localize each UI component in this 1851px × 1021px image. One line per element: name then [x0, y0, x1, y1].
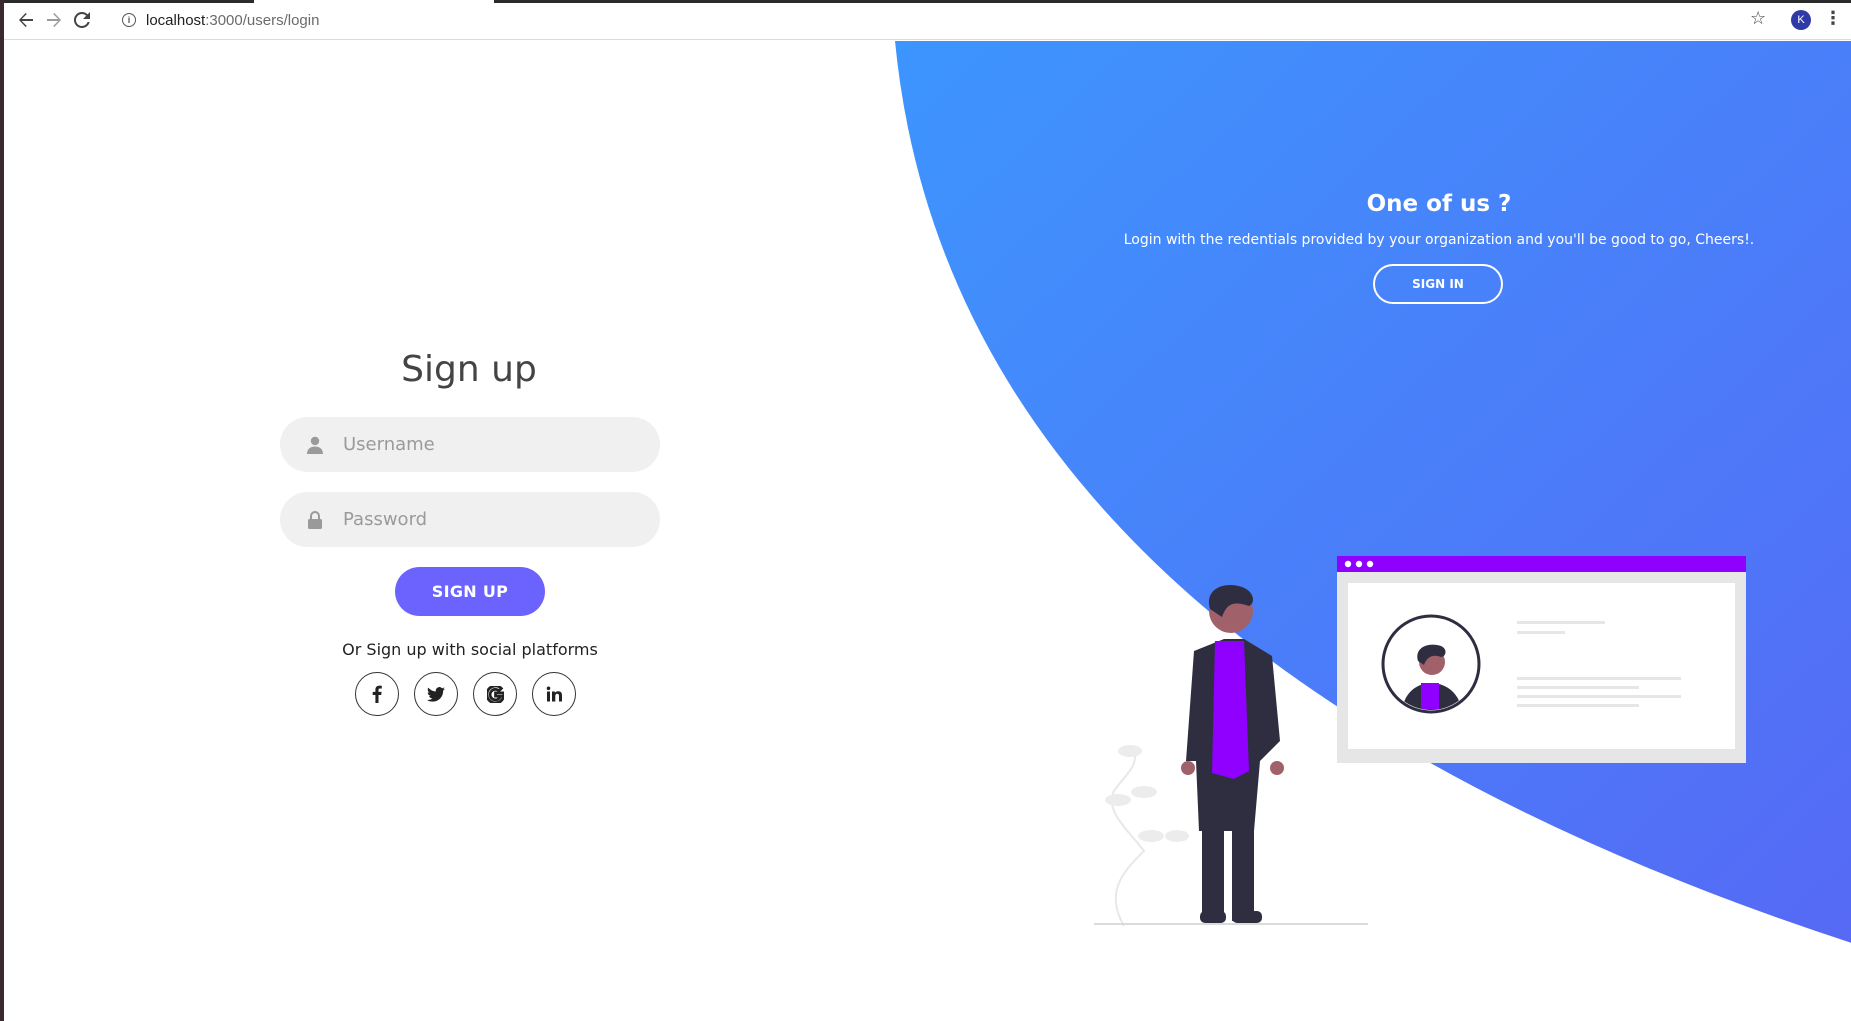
signup-title: Sign up — [401, 349, 537, 390]
url-host: localhost — [146, 11, 206, 29]
linkedin-icon — [546, 686, 562, 702]
profile-avatar[interactable]: K — [1791, 10, 1811, 30]
reload-icon[interactable] — [70, 8, 94, 32]
forward-arrow-icon[interactable] — [42, 8, 66, 32]
social-signup-text: Or Sign up with social platforms — [342, 640, 598, 659]
plant-illustration — [1105, 745, 1189, 927]
url-path: :3000/users/login — [205, 11, 320, 29]
password-input[interactable] — [341, 508, 625, 531]
tab-strip — [494, 0, 1851, 3]
panel-description: Login with the redentials provided by yo… — [1123, 232, 1755, 248]
facebook-icon — [372, 685, 382, 703]
bookmark-star-icon[interactable]: ☆ — [1750, 8, 1766, 29]
social-buttons — [355, 672, 576, 716]
twitter-icon — [427, 686, 445, 702]
twitter-button[interactable] — [414, 672, 458, 716]
username-input[interactable] — [341, 433, 625, 456]
user-icon — [305, 435, 325, 455]
username-field[interactable] — [280, 417, 660, 472]
person-illustration — [1181, 585, 1284, 923]
lock-icon — [305, 510, 325, 530]
browser-menu-icon[interactable]: ⋮ — [1824, 8, 1842, 29]
panel-title: One of us ? — [1366, 191, 1512, 217]
linkedin-button[interactable] — [532, 672, 576, 716]
address-bar[interactable]: i localhost:3000/users/login — [122, 7, 1742, 33]
page-content: Sign up SIGN UP Or Sign up with social p… — [4, 41, 1851, 1021]
back-arrow-icon[interactable] — [14, 8, 38, 32]
password-field[interactable] — [280, 492, 660, 547]
google-button[interactable] — [473, 672, 517, 716]
browser-toolbar: i localhost:3000/users/login ☆ K ⋮ — [4, 0, 1851, 40]
facebook-button[interactable] — [355, 672, 399, 716]
signup-button[interactable]: SIGN UP — [395, 567, 545, 616]
site-info-icon[interactable]: i — [122, 13, 136, 27]
active-tab-indicator — [254, 0, 494, 3]
person-with-profile-illustration — [1094, 556, 1746, 927]
profile-window-illustration — [1337, 556, 1746, 763]
signin-button[interactable]: SIGN IN — [1373, 264, 1503, 304]
tab-strip — [4, 0, 254, 3]
google-icon — [486, 685, 504, 703]
